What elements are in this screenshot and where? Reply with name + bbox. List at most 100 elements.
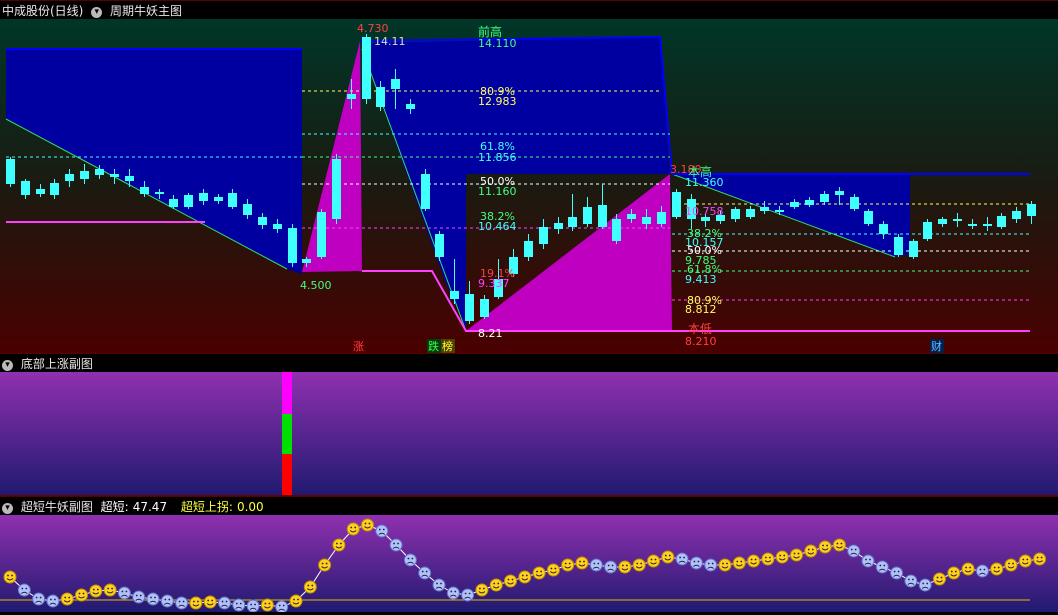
price-label: 11.360 [685, 176, 724, 189]
smile-icon [647, 554, 660, 568]
smile-icon [103, 583, 117, 597]
sad-icon [375, 524, 389, 538]
smile-icon [289, 594, 303, 608]
smile-icon [575, 556, 589, 570]
candle [997, 216, 1006, 227]
collapse-icon[interactable]: ▾ [2, 360, 13, 371]
candle [288, 228, 297, 263]
smile-icon [518, 570, 532, 584]
sad-icon [389, 538, 403, 552]
sad-icon [117, 586, 131, 600]
sub2-chart[interactable] [0, 515, 1058, 614]
smile-icon [303, 580, 317, 594]
bottom-rise-bar [282, 454, 292, 495]
candle [95, 169, 104, 175]
smile-icon [661, 550, 675, 564]
smile-icon [747, 554, 761, 568]
sad-icon [432, 578, 446, 592]
candle [627, 214, 636, 219]
smile-icon [318, 558, 332, 572]
candle [155, 192, 164, 194]
sub2-title[interactable]: 超短牛妖副图 [21, 500, 93, 514]
candle [391, 79, 400, 89]
super-label: 超短: [100, 500, 129, 514]
candle [65, 174, 74, 181]
sad-icon [704, 558, 718, 572]
sad-icon [689, 556, 703, 570]
price-label: 14.11 [374, 35, 406, 48]
candle [1027, 204, 1036, 216]
smile-icon [546, 563, 560, 577]
sad-icon [218, 596, 231, 610]
sub1-title[interactable]: 底部上涨副图 [21, 357, 93, 371]
collapse-icon[interactable]: ▾ [91, 7, 103, 18]
candle [140, 187, 149, 194]
smile-icon [332, 538, 346, 552]
candle [864, 211, 873, 224]
smile-icon [1033, 552, 1047, 566]
smile-icon [361, 518, 374, 532]
smile-icon [632, 558, 646, 572]
smile-icon [718, 558, 732, 572]
sad-icon [890, 566, 904, 580]
smile-icon [75, 588, 88, 602]
candle [568, 217, 577, 227]
candle [258, 217, 267, 225]
sad-icon [275, 600, 289, 614]
smile-icon [732, 556, 746, 570]
main-indicator-name[interactable]: 周期牛妖主图 [110, 4, 182, 18]
smile-icon [260, 598, 274, 612]
price-label: 12.983 [478, 95, 517, 108]
sad-icon [46, 594, 60, 608]
candle [1012, 211, 1021, 219]
candle [983, 224, 992, 226]
candle [376, 87, 385, 107]
candle [805, 200, 814, 205]
candle [968, 224, 977, 226]
smile-icon [3, 570, 17, 584]
price-label: 9.337 [478, 277, 510, 290]
candle [612, 219, 621, 241]
price-label: 8.21 [478, 327, 503, 340]
sad-icon [232, 598, 246, 612]
candle [6, 159, 15, 184]
collapse-icon[interactable]: ▾ [2, 503, 13, 514]
main-chart[interactable]: 4.730 14.11 14.110 前高 80.9% 12.983 61.8%… [0, 19, 1058, 354]
sad-icon [418, 566, 432, 580]
candle [199, 193, 208, 201]
smile-icon [346, 522, 360, 536]
smile-icon [832, 538, 846, 552]
price-label: 10.464 [478, 220, 517, 233]
candle [524, 241, 533, 257]
smile-icon [990, 562, 1004, 576]
candle [746, 209, 755, 217]
smile-icon [475, 583, 489, 597]
price-label: 8.812 [685, 303, 717, 316]
smile-icon [618, 560, 632, 574]
sub1-svg [0, 372, 1058, 495]
candle [435, 234, 444, 257]
main-title-bar: 中成股份(日线) ▾ 周期牛妖主图 [0, 0, 1058, 19]
smile-icon [189, 596, 203, 610]
candle [110, 174, 119, 177]
sad-icon [589, 558, 603, 572]
sad-icon [461, 588, 475, 602]
smile-icon [790, 548, 803, 562]
smile-icon [775, 550, 789, 564]
price-label: 10.758 [685, 205, 724, 218]
candle [347, 94, 356, 99]
candle [790, 202, 799, 207]
marker-wealth: 财 [931, 339, 942, 353]
sub1-chart[interactable] [0, 372, 1058, 496]
smile-icon [961, 562, 975, 576]
candle [953, 219, 962, 221]
candle [894, 237, 903, 255]
candle [362, 37, 371, 99]
sad-icon [861, 554, 875, 568]
stock-name[interactable]: 中成股份(日线) [2, 4, 83, 18]
sad-icon [32, 592, 46, 606]
candle [480, 299, 489, 317]
marker-rank: 榜 [442, 339, 453, 353]
candle [938, 219, 947, 224]
candle [775, 210, 784, 212]
